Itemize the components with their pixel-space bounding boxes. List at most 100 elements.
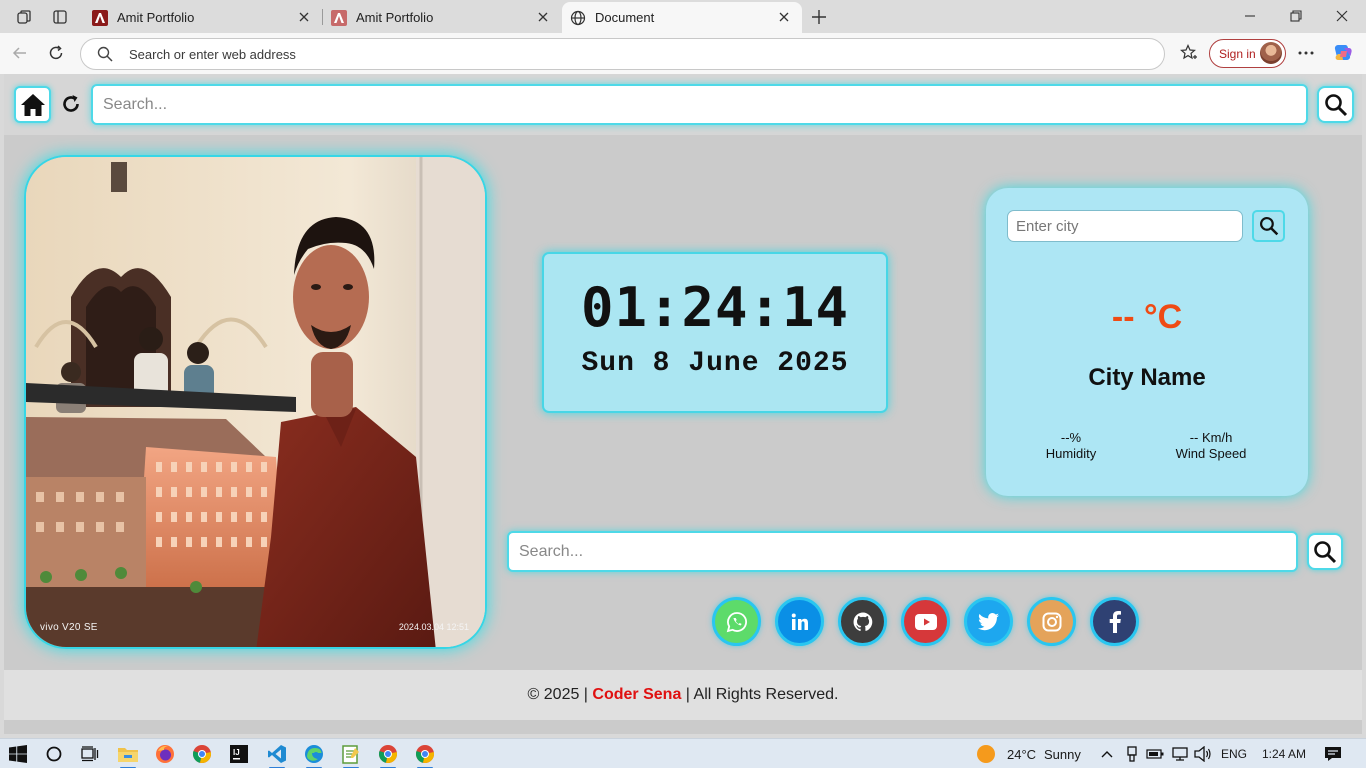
footer-brand-link[interactable]: Coder Sena (592, 686, 681, 703)
reload-icon (63, 95, 79, 112)
address-bar[interactable] (80, 38, 1165, 70)
chrome-icon[interactable] (191, 743, 213, 765)
weather-card: -- °C City Name --% Humidity -- Km/h Win… (986, 188, 1308, 496)
language-indicator[interactable]: ENG (1221, 747, 1247, 761)
tab-document[interactable]: Document (562, 2, 802, 33)
copilot-icon[interactable] (1332, 42, 1354, 64)
search-taskbar-icon[interactable] (43, 743, 65, 765)
twitter-icon (977, 612, 999, 630)
search-icon (1314, 540, 1337, 563)
wind-label: Wind Speed (1175, 446, 1247, 461)
amit-portfolio-favicon-icon (331, 9, 347, 26)
home-button[interactable] (14, 86, 51, 123)
notifications-icon[interactable] (1322, 743, 1344, 765)
tab-title: Amit Portfolio (356, 10, 434, 25)
page-viewport: vivo V20 SE 2024.03.04 12:51 01:24:14 Su… (4, 74, 1362, 734)
linkedin-link[interactable] (775, 597, 824, 646)
taskbar-weather-temp[interactable]: 24°C (1007, 747, 1036, 762)
humidity-label: Humidity (1045, 446, 1097, 461)
clock-time: 01:24:14 (580, 276, 850, 339)
tab-title: Document (595, 10, 655, 25)
top-search-box[interactable] (91, 84, 1308, 125)
close-tab-icon[interactable] (535, 9, 551, 25)
bottom-search-button[interactable] (1307, 533, 1343, 570)
browser-toolbar: Sign in (0, 33, 1366, 74)
temperature-value: -- °C (1111, 298, 1183, 336)
tab-amit-portfolio-1[interactable]: Amit Portfolio (84, 2, 322, 33)
city-name: City Name (1088, 364, 1206, 391)
chrome-profile-2-icon[interactable] (414, 743, 436, 768)
instagram-icon (1042, 612, 1061, 631)
close-tab-icon[interactable] (296, 9, 312, 25)
clock-card: 01:24:14 Sun 8 June 2025 (542, 252, 888, 413)
chrome-profile-icon[interactable] (377, 743, 399, 768)
youtube-icon (914, 613, 937, 630)
search-icon (1324, 93, 1347, 116)
avatar (1260, 42, 1282, 64)
linkedin-icon (791, 613, 808, 630)
youtube-link[interactable] (901, 597, 950, 646)
address-input[interactable] (129, 44, 1129, 64)
top-search-button[interactable] (1317, 86, 1354, 123)
whatsapp-link[interactable] (712, 597, 761, 646)
tab-amit-portfolio-2[interactable]: Amit Portfolio (323, 2, 561, 33)
back-icon[interactable] (9, 42, 31, 64)
refresh-icon[interactable] (45, 42, 67, 64)
footer-copyright: © 2025 | (527, 686, 588, 703)
usb-device-icon[interactable] (1121, 743, 1143, 765)
task-view-icon[interactable] (79, 743, 101, 765)
more-menu-icon[interactable] (1295, 42, 1317, 64)
battery-icon[interactable] (1144, 743, 1166, 765)
sign-in-button[interactable]: Sign in (1209, 39, 1286, 68)
taskbar-clock[interactable]: 1:24 AM (1262, 747, 1306, 761)
bottom-search-input[interactable] (509, 533, 1296, 570)
city-search-box[interactable] (1007, 210, 1243, 242)
new-tab-icon[interactable] (808, 6, 830, 28)
profile-photo: vivo V20 SE 2024.03.04 12:51 (24, 155, 487, 649)
amit-portfolio-favicon-icon (92, 9, 108, 26)
close-window-icon[interactable] (1330, 5, 1354, 27)
weather-sun-icon[interactable] (975, 743, 997, 765)
tab-title: Amit Portfolio (117, 10, 195, 25)
chevron-up-icon[interactable] (1096, 743, 1118, 765)
sign-in-label: Sign in (1219, 46, 1256, 61)
volume-icon[interactable] (1192, 743, 1214, 765)
globe-icon (570, 10, 586, 26)
notepad-icon[interactable] (340, 743, 362, 768)
vscode-icon[interactable] (266, 743, 288, 768)
intellij-icon[interactable]: IJ (228, 743, 250, 765)
taskbar-weather-condition[interactable]: Sunny (1044, 747, 1081, 762)
page-footer: © 2025 | Coder Sena | All Rights Reserve… (4, 670, 1362, 720)
city-input[interactable] (1008, 211, 1242, 241)
search-icon (1259, 217, 1278, 236)
photo-caption-timestamp: 2024.03.04 12:51 (398, 622, 469, 632)
humidity-stat: --% Humidity (1016, 430, 1126, 462)
browser-tab-strip: Amit Portfolio Amit Portfolio Document (0, 0, 1366, 33)
facebook-icon (1109, 610, 1121, 633)
network-icon[interactable] (1169, 743, 1191, 765)
reload-button[interactable] (60, 92, 82, 116)
github-icon (853, 612, 872, 631)
home-icon (20, 93, 45, 116)
favorites-icon[interactable] (1178, 42, 1200, 64)
bottom-search-box[interactable] (507, 531, 1298, 572)
minimize-icon[interactable] (1238, 5, 1262, 27)
firefox-icon[interactable] (154, 743, 176, 765)
facebook-link[interactable] (1090, 597, 1139, 646)
github-link[interactable] (838, 597, 887, 646)
close-tab-icon[interactable] (776, 9, 792, 25)
clock-date: Sun 8 June 2025 (581, 348, 849, 379)
city-search-button[interactable] (1252, 210, 1285, 242)
instagram-link[interactable] (1027, 597, 1076, 646)
file-explorer-icon[interactable] (117, 743, 139, 768)
start-icon[interactable] (7, 743, 29, 765)
edge-icon[interactable] (303, 743, 325, 768)
twitter-link[interactable] (964, 597, 1013, 646)
tab-actions-icon[interactable] (49, 6, 71, 28)
restore-icon[interactable] (1284, 5, 1308, 27)
workspaces-icon[interactable] (13, 6, 35, 28)
top-search-input[interactable] (93, 86, 1306, 123)
wind-value: -- Km/h (1189, 430, 1233, 445)
svg-text:IJ: IJ (233, 748, 240, 757)
wind-stat: -- Km/h Wind Speed (1156, 430, 1266, 462)
